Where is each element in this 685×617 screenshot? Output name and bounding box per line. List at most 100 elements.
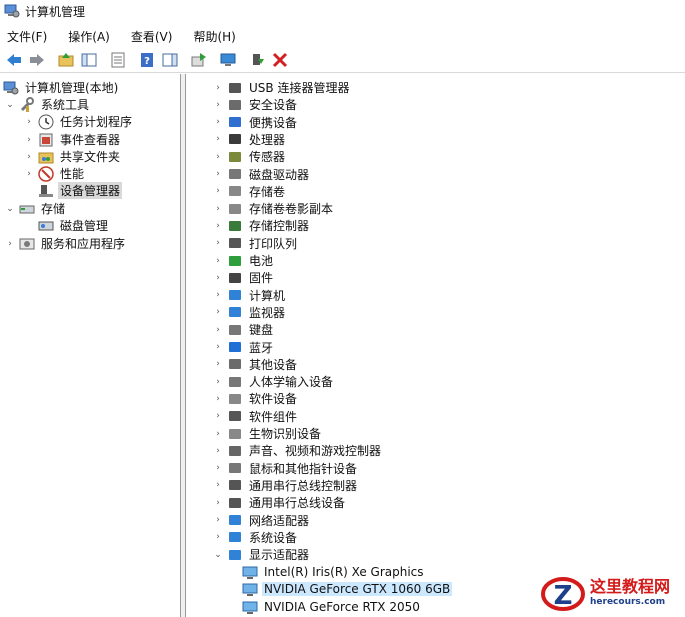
tree-item-performance[interactable]: › 性能 (24, 165, 86, 182)
tree-item-shared-folders[interactable]: › 共享文件夹 (24, 148, 122, 165)
uninstall-device-button[interactable] (269, 49, 291, 71)
device-category-item[interactable]: › 处理器 (213, 131, 287, 148)
computer-management-icon (3, 81, 19, 94)
chevron-right-icon[interactable]: › (5, 239, 15, 249)
device-category-item[interactable]: › 计算机 (213, 287, 287, 304)
chevron-right-icon[interactable]: › (213, 394, 223, 404)
tree-item-event-viewer[interactable]: › 事件查看器 (24, 131, 122, 148)
security-device-icon (229, 99, 241, 110)
tree-item-services-apps[interactable]: › 服务和应用程序 (5, 235, 127, 252)
help-button[interactable]: ? (136, 49, 158, 71)
chevron-right-icon[interactable]: › (213, 273, 223, 283)
chevron-right-icon[interactable]: › (213, 446, 223, 456)
device-category-item[interactable]: › 打印队列 (213, 235, 299, 252)
device-category-item[interactable]: › 存储控制器 (213, 217, 311, 234)
chevron-right-icon[interactable]: › (213, 117, 223, 127)
chevron-right-icon[interactable]: › (213, 480, 223, 490)
device-category-item[interactable]: › 固件 (213, 269, 275, 286)
device-category-item[interactable]: › 通用串行总线设备 (213, 494, 347, 511)
device-category-label: 人体学输入设备 (249, 375, 334, 390)
chevron-right-icon[interactable]: › (213, 204, 223, 214)
device-category-item[interactable]: › 鼠标和其他指针设备 (213, 460, 359, 477)
enable-device-button[interactable] (246, 49, 268, 71)
device-category-item[interactable]: › 生物识别设备 (213, 425, 323, 442)
chevron-right-icon[interactable]: › (213, 377, 223, 387)
device-category-item[interactable]: › 传感器 (213, 148, 287, 165)
device-category-item[interactable]: › 系统设备 (213, 529, 299, 546)
chevron-right-icon[interactable]: › (213, 134, 223, 144)
show-hide-tree-button[interactable] (78, 49, 100, 71)
chevron-right-icon[interactable]: › (213, 325, 223, 335)
chevron-down-icon[interactable]: ⌄ (5, 204, 15, 214)
tree-item-task-scheduler[interactable]: › 任务计划程序 (24, 113, 134, 130)
device-category-item[interactable]: › 存储卷 (213, 183, 287, 200)
bluetooth-icon (229, 342, 241, 352)
export-list-button[interactable] (188, 49, 210, 71)
menu-action[interactable]: 操作(A) (65, 27, 113, 46)
device-category-item[interactable]: › 蓝牙 (213, 339, 275, 356)
device-category-item[interactable]: › 人体学输入设备 (213, 373, 335, 390)
chevron-right-icon[interactable]: › (213, 186, 223, 196)
chevron-right-icon[interactable]: › (24, 169, 34, 179)
network-adapter-icon (229, 515, 241, 525)
chevron-down-icon[interactable]: ⌄ (5, 100, 15, 110)
device-category-item[interactable]: › 磁盘驱动器 (213, 166, 311, 183)
device-category-item[interactable]: › 软件设备 (213, 390, 299, 407)
device-category-item[interactable]: › 电池 (213, 252, 275, 269)
chevron-right-icon[interactable]: › (213, 307, 223, 317)
tree-item-system-tools[interactable]: ⌄ 系统工具 (5, 96, 91, 113)
device-category-item[interactable]: › 声音、视频和游戏控制器 (213, 442, 383, 459)
chevron-right-icon[interactable]: › (24, 117, 34, 127)
tree-item-device-manager[interactable]: 设备管理器 (38, 182, 123, 199)
chevron-right-icon[interactable]: › (213, 290, 223, 300)
device-category-item[interactable]: › 网络适配器 (213, 512, 311, 529)
device-category-item[interactable]: › 软件组件 (213, 408, 299, 425)
menu-file[interactable]: 文件(F) (4, 27, 50, 46)
chevron-right-icon[interactable]: › (213, 429, 223, 439)
up-folder-button[interactable] (55, 49, 77, 71)
properties-button[interactable] (107, 49, 129, 71)
device-category-item[interactable]: › 键盘 (213, 321, 275, 338)
chevron-right-icon[interactable]: › (213, 221, 223, 231)
toolbar: ? (0, 47, 685, 73)
device-category-item[interactable]: ⌄ 显示适配器 (213, 546, 311, 563)
device-category-item[interactable]: › 其他设备 (213, 356, 299, 373)
device-category-item[interactable]: › 便携设备 (213, 114, 299, 131)
display-adapter-item[interactable]: NVIDIA GeForce RTX 2050 (242, 598, 422, 615)
chevron-right-icon[interactable]: › (213, 100, 223, 110)
menu-view[interactable]: 查看(V) (128, 27, 176, 46)
chevron-right-icon[interactable]: › (213, 515, 223, 525)
chevron-right-icon[interactable]: › (213, 498, 223, 508)
display-adapter-label: Intel(R) Iris(R) Xe Graphics (264, 564, 424, 579)
tree-item-disk-management[interactable]: 磁盘管理 (38, 217, 110, 234)
display-adapter-item[interactable]: Intel(R) Iris(R) Xe Graphics (242, 563, 426, 580)
device-category-item[interactable]: › 存储卷卷影副本 (213, 200, 335, 217)
chevron-right-icon[interactable]: › (213, 411, 223, 421)
chevron-right-icon[interactable]: › (213, 342, 223, 352)
chevron-right-icon[interactable]: › (24, 152, 34, 162)
chevron-right-icon[interactable]: › (213, 463, 223, 473)
display-adapter-item[interactable]: NVIDIA GeForce GTX 1060 6GB (242, 581, 453, 598)
device-category-label: 打印队列 (249, 236, 298, 251)
device-category-item[interactable]: › 监视器 (213, 304, 287, 321)
scan-hardware-button[interactable] (217, 49, 239, 71)
device-category-item[interactable]: › 通用串行总线控制器 (213, 477, 359, 494)
chevron-right-icon[interactable]: › (213, 83, 223, 93)
back-button[interactable] (3, 49, 25, 71)
show-action-pane-button[interactable] (159, 49, 181, 71)
device-category-item[interactable]: › USB 连接器管理器 (213, 79, 351, 96)
chevron-right-icon[interactable]: › (213, 152, 223, 162)
chevron-right-icon[interactable]: › (213, 256, 223, 266)
tree-item-root[interactable]: 计算机管理(本地) (3, 79, 120, 96)
device-category-item[interactable]: › 安全设备 (213, 96, 299, 113)
chevron-down-icon[interactable]: ⌄ (213, 550, 223, 560)
menu-help[interactable]: 帮助(H) (190, 27, 238, 46)
chevron-right-icon[interactable]: › (213, 532, 223, 542)
chevron-right-icon[interactable]: › (213, 238, 223, 248)
back-icon (7, 53, 21, 66)
forward-button[interactable] (26, 49, 48, 71)
tree-item-storage[interactable]: ⌄ 存储 (5, 200, 67, 217)
chevron-right-icon[interactable]: › (24, 135, 34, 145)
chevron-right-icon[interactable]: › (213, 359, 223, 369)
chevron-right-icon[interactable]: › (213, 169, 223, 179)
